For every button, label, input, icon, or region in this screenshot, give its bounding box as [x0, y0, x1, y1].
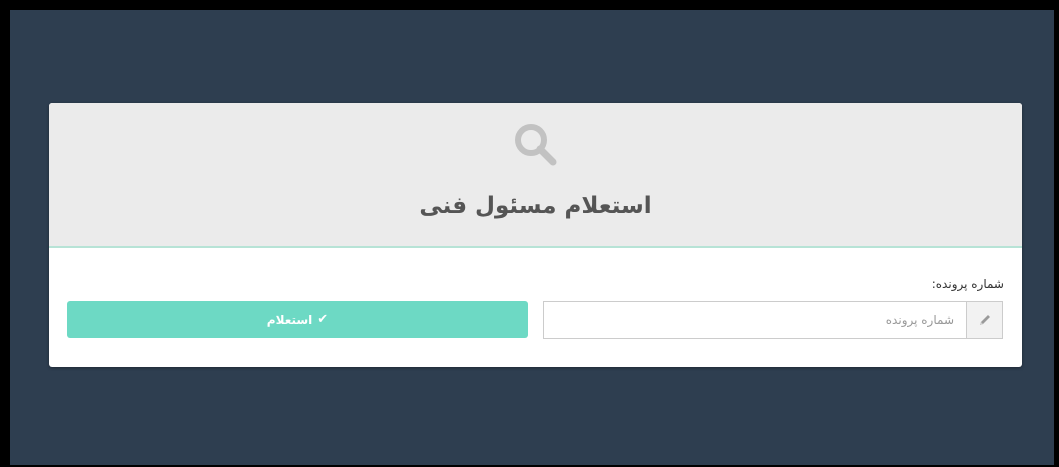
page-title: استعلام مسئول فنی [419, 193, 652, 219]
file-number-input-group [543, 301, 1003, 339]
inquiry-button[interactable]: ✔ استعلام [67, 301, 528, 338]
page-background: استعلام مسئول فنی شماره پرونده: ✔ استعلا… [0, 0, 1059, 467]
inquiry-button-label: استعلام [266, 312, 313, 327]
file-number-label: شماره پرونده: [931, 277, 1004, 291]
file-number-input[interactable] [544, 302, 966, 338]
search-icon [515, 124, 557, 166]
check-icon: ✔ [317, 312, 329, 327]
input-addon [966, 302, 1002, 338]
pencil-icon [980, 315, 990, 325]
inquiry-card: استعلام مسئول فنی شماره پرونده: ✔ استعلا… [49, 103, 1022, 367]
card-header: استعلام مسئول فنی [49, 103, 1022, 248]
